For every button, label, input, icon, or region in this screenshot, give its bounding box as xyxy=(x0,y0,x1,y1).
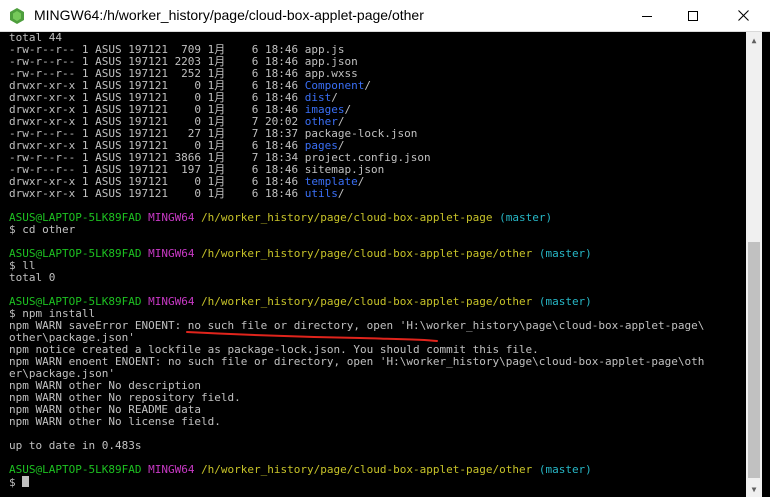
close-button[interactable] xyxy=(716,0,770,31)
close-icon xyxy=(737,10,749,21)
terminal-output[interactable]: total 44 -rw-r--r-- 1 ASUS 197121 709 1月 … xyxy=(0,32,746,497)
terminal-line: ASUS@LAPTOP-5LK89FAD MINGW64 /h/worker_h… xyxy=(9,464,746,476)
maximize-icon xyxy=(688,10,698,21)
minimize-button[interactable] xyxy=(624,0,670,31)
terminal-text-segment: / xyxy=(337,187,345,200)
terminal-line: $ xyxy=(9,476,746,489)
terminal-text-segment: MINGW64 xyxy=(148,211,202,224)
window-title: MINGW64:/h/worker_history/page/cloud-box… xyxy=(34,7,424,23)
terminal-line: up to date in 0.483s xyxy=(9,440,746,452)
maximize-button[interactable] xyxy=(670,0,716,31)
terminal-text-segment: up to date in 0.483s xyxy=(9,439,142,452)
terminal-lines: total 44 -rw-r--r-- 1 ASUS 197121 709 1月 … xyxy=(9,32,746,489)
terminal-line: total 0 xyxy=(9,272,746,284)
terminal-text-segment: /h/worker_history/page/cloud-box-applet-… xyxy=(201,211,493,224)
terminal-text-segment: npm WARN other No license field. xyxy=(9,415,221,428)
terminal-text-segment: /h/worker_history/page/cloud-box-applet-… xyxy=(201,295,533,308)
terminal-text-segment: /h/worker_history/page/cloud-box-applet-… xyxy=(201,463,533,476)
terminal-text-segment: /h/worker_history/page/cloud-box-applet-… xyxy=(201,247,533,260)
scrollbar-thumb[interactable] xyxy=(748,242,760,478)
scroll-down-arrow-icon[interactable]: ▼ xyxy=(746,481,762,497)
terminal-text-segment: (master) xyxy=(532,247,592,260)
text-cursor xyxy=(22,476,30,487)
terminal-text-segment: MINGW64 xyxy=(148,463,202,476)
terminal-line: ASUS@LAPTOP-5LK89FAD MINGW64 /h/worker_h… xyxy=(9,248,746,260)
terminal-text-segment: $ cd other xyxy=(9,223,76,236)
terminal-text-segment: ASUS@LAPTOP-5LK89FAD xyxy=(9,463,149,476)
terminal-text-segment: / xyxy=(357,175,365,188)
terminal-text-segment: utils xyxy=(304,187,338,200)
terminal-text-segment: MINGW64 xyxy=(148,295,202,308)
terminal-text-segment: / xyxy=(364,79,372,92)
terminal-text-segment: / xyxy=(344,103,352,116)
terminal-line: npm WARN enoent ENOENT: no such file or … xyxy=(9,356,746,368)
terminal-text-segment: MINGW64 xyxy=(148,247,202,260)
title-bar[interactable]: MINGW64:/h/worker_history/page/cloud-box… xyxy=(0,0,770,32)
terminal-text-segment: drwxr-xr-x 1 ASUS 197121 0 1月 6 18:46 xyxy=(9,187,305,200)
vertical-scrollbar[interactable]: ▲ ▼ xyxy=(746,32,762,497)
terminal-line: ASUS@LAPTOP-5LK89FAD MINGW64 /h/worker_h… xyxy=(9,212,746,224)
terminal-text-segment: (master) xyxy=(532,295,592,308)
terminal-text-segment: total 0 xyxy=(9,271,56,284)
terminal-text-segment: (master) xyxy=(532,463,592,476)
terminal-text-segment: $ xyxy=(9,476,23,489)
terminal-line: npm WARN other No license field. xyxy=(9,416,746,428)
terminal-text-segment: (master) xyxy=(492,211,553,224)
terminal-line: $ ll xyxy=(9,260,746,272)
terminal-line: drwxr-xr-x 1 ASUS 197121 0 1月 6 18:46 ut… xyxy=(9,188,746,200)
window-edge xyxy=(762,32,770,497)
mingw-app-icon xyxy=(10,8,24,24)
scroll-up-arrow-icon[interactable]: ▲ xyxy=(746,32,762,48)
terminal-line: $ cd other xyxy=(9,224,746,236)
minimize-icon xyxy=(642,15,652,17)
terminal-window: MINGW64:/h/worker_history/page/cloud-box… xyxy=(0,0,770,497)
terminal-line: ASUS@LAPTOP-5LK89FAD MINGW64 /h/worker_h… xyxy=(9,296,746,308)
